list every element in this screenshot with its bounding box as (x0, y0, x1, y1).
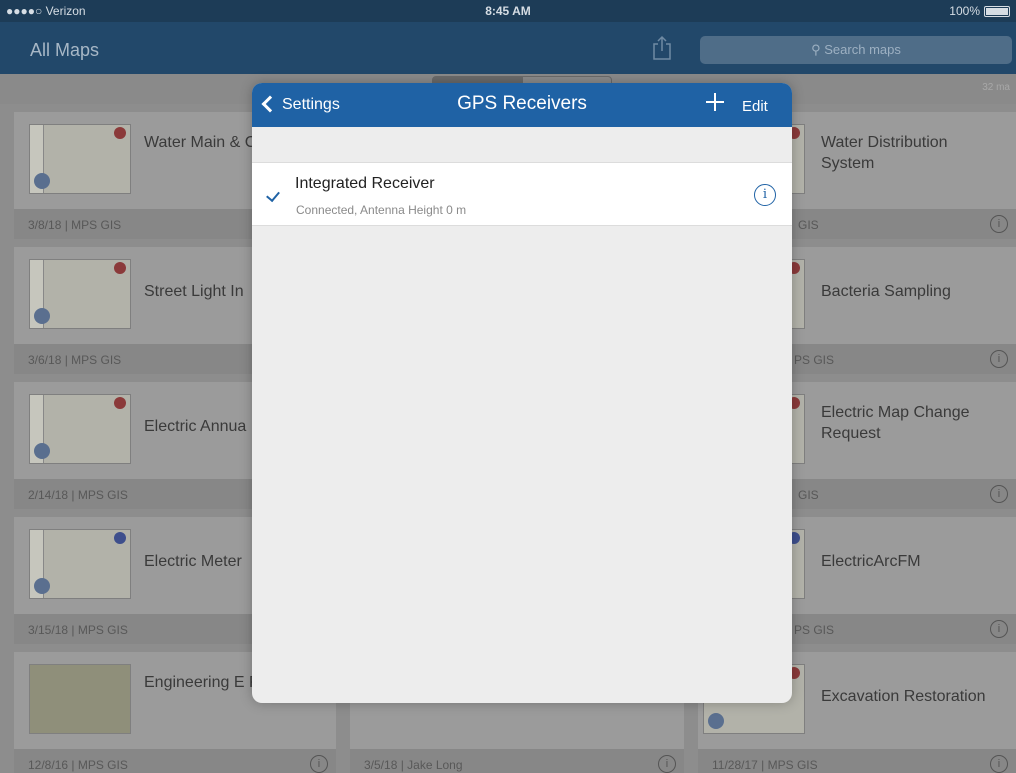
receiver-name: Integrated Receiver (295, 175, 435, 192)
droplet-icon (34, 308, 50, 324)
droplet-icon (34, 173, 50, 189)
info-icon[interactable]: i (990, 620, 1008, 638)
map-name: ElectricArcFM (821, 553, 921, 570)
info-icon[interactable]: i (990, 350, 1008, 368)
map-name: Water Distribution System (821, 134, 948, 172)
map-name: Bacteria Sampling (821, 283, 951, 300)
map-thumbnail (29, 664, 131, 734)
map-thumbnail (29, 529, 131, 599)
receiver-details: Connected, Antenna Height 0 m (296, 203, 467, 217)
droplet-icon (34, 443, 50, 459)
battery-icon (984, 6, 1010, 17)
map-footer: 12/8/16 | MPS GIS (14, 749, 336, 773)
droplet-icon (708, 713, 724, 729)
edit-button[interactable]: Edit (742, 98, 768, 115)
map-name: Excavation Restoration (821, 688, 986, 705)
share-icon[interactable] (650, 35, 674, 61)
map-thumbnail (29, 124, 131, 194)
receiver-row[interactable]: Integrated Receiver Connected, Antenna H… (252, 162, 792, 226)
page-title: All Maps (30, 40, 100, 60)
clock: 8:45 AM (485, 4, 531, 18)
add-icon[interactable] (704, 91, 726, 113)
map-footer: 11/28/17 | MPS GIS (698, 749, 1016, 773)
map-name: Electric Map Change Request (821, 404, 970, 442)
info-icon[interactable]: i (990, 485, 1008, 503)
map-thumbnail (29, 259, 131, 329)
map-count: 32 ma (982, 82, 1010, 93)
modal-header: Settings GPS Receivers Edit (252, 83, 792, 127)
battery-percent: 100% (949, 4, 980, 18)
info-icon[interactable]: i (658, 755, 676, 773)
status-bar: ●●●●○ Verizon 8:45 AM 100% (0, 0, 1016, 22)
info-icon[interactable]: i (310, 755, 328, 773)
checkmark-icon (266, 187, 280, 203)
map-thumbnail (29, 394, 131, 464)
search-icon: ⚲ (811, 42, 825, 57)
map-footer: 3/5/18 | Jake Long (350, 749, 684, 773)
info-icon[interactable]: i (990, 215, 1008, 233)
info-icon[interactable]: i (990, 755, 1008, 773)
maps-nav-bar: All Maps ⚲ Search maps (0, 22, 1016, 74)
gps-receivers-modal: Settings GPS Receivers Edit Integrated R… (252, 83, 792, 703)
search-input[interactable]: ⚲ Search maps (700, 36, 1012, 64)
droplet-icon (34, 578, 50, 594)
search-placeholder: Search maps (824, 42, 901, 57)
info-icon[interactable]: i (754, 184, 776, 206)
